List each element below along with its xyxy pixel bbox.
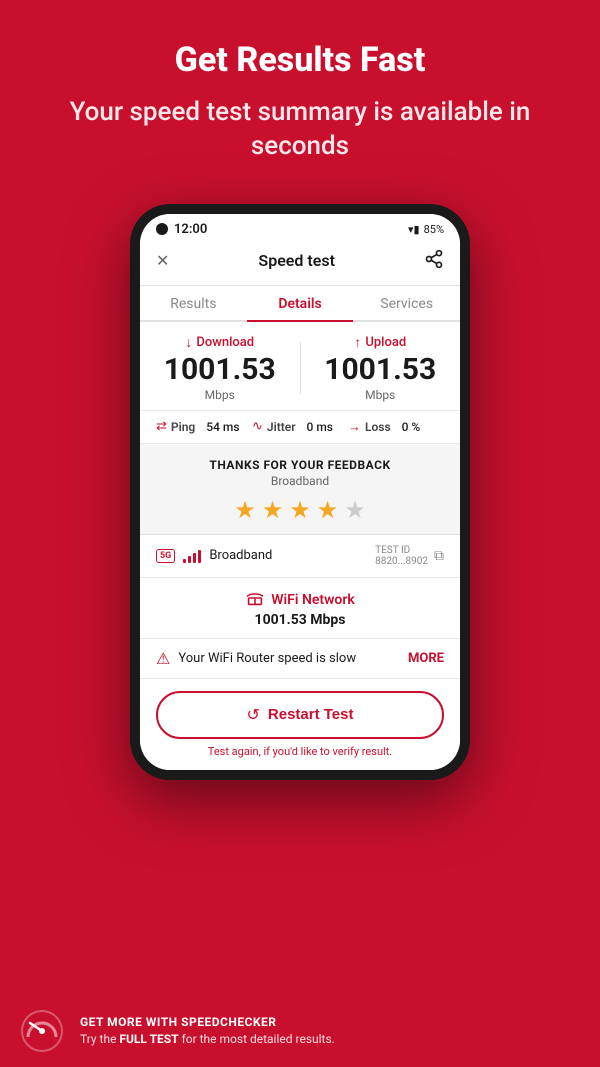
jitter-value-num: 0 ms (307, 420, 333, 434)
loss-label: Loss (365, 420, 391, 434)
download-label: Download (196, 335, 254, 350)
warning-left: ⚠ Your WiFi Router speed is slow (156, 649, 356, 668)
jitter-label: Jitter (267, 420, 296, 434)
close-button[interactable]: ✕ (156, 251, 169, 270)
banner-title: GET MORE WITH SPEEDCHECKER (80, 1015, 580, 1029)
banner-desc: Try the FULL TEST for the most detailed … (80, 1031, 580, 1048)
download-col: ↓ Download 1001.53 Mbps (140, 334, 300, 402)
ping-item: ⇄ Ping 54 ms (156, 419, 252, 434)
share-icon[interactable] (424, 249, 444, 273)
star-3[interactable]: ★ (289, 496, 311, 524)
tab-results[interactable]: Results (140, 286, 247, 320)
signal-bar-2 (188, 556, 191, 563)
battery-icon: 85% (424, 223, 444, 236)
subtitle: Your speed test summary is available in … (30, 96, 570, 164)
jitter-value (300, 420, 303, 434)
network-badge: 5G (156, 549, 175, 563)
main-title: Get Results Fast (30, 40, 570, 80)
restart-button[interactable]: ↺ Restart Test (156, 691, 444, 739)
jitter-icon: ∿ (252, 419, 263, 434)
star-4[interactable]: ★ (317, 496, 339, 524)
copy-icon[interactable]: ⧉ (434, 548, 444, 564)
feedback-title: THANKS FOR YOUR FEEDBACK (156, 458, 444, 472)
wifi-label: WiFi Network (271, 592, 355, 608)
upload-label: Upload (365, 335, 406, 350)
star-1[interactable]: ★ (234, 496, 256, 524)
stars-row: ★ ★ ★ ★ ★ (156, 496, 444, 524)
speed-results: ↓ Download 1001.53 Mbps ↑ Upload 1001.53… (140, 322, 460, 411)
upload-value: 1001.53 (301, 353, 461, 386)
network-name: Broadband (209, 548, 272, 563)
upload-col: ↑ Upload 1001.53 Mbps (301, 334, 461, 402)
banner-text: GET MORE WITH SPEEDCHECKER Try the FULL … (80, 1015, 580, 1048)
download-unit: Mbps (140, 388, 300, 402)
tab-services[interactable]: Services (353, 286, 460, 320)
download-arrow-icon: ↓ (185, 334, 192, 351)
restart-icon: ↺ (247, 705, 260, 725)
loss-item: → Loss 0 % (348, 419, 444, 435)
phone-screen: 12:00 ▾▮ 85% ✕ Speed test (140, 214, 460, 770)
signal-bar-1 (183, 559, 186, 563)
star-2[interactable]: ★ (262, 496, 284, 524)
tab-details[interactable]: Details (247, 286, 354, 320)
restart-text: Restart Test (268, 706, 354, 723)
app-header: ✕ Speed test (140, 241, 460, 286)
signal-bars-icon (183, 549, 201, 563)
status-bar: 12:00 ▾▮ 85% (140, 214, 460, 241)
restart-hint: Test again, if you'd like to verify resu… (156, 745, 444, 764)
upload-arrow-icon: ↑ (354, 334, 361, 351)
banner-desc-prefix: Try the (80, 1032, 119, 1046)
feedback-subtitle: Broadband (156, 474, 444, 488)
bottom-banner: GET MORE WITH SPEEDCHECKER Try the FULL … (0, 995, 600, 1067)
restart-section: ↺ Restart Test Test again, if you'd like… (140, 679, 460, 770)
phone-frame: 12:00 ▾▮ 85% ✕ Speed test (130, 204, 470, 780)
test-id-block: TEST ID 8820...8902 (375, 545, 428, 567)
feedback-section: THANKS FOR YOUR FEEDBACK Broadband ★ ★ ★… (140, 444, 460, 535)
ping-icon: ⇄ (156, 419, 167, 434)
test-id-label: TEST ID (375, 545, 428, 556)
ping-row: ⇄ Ping 54 ms ∿ Jitter 0 ms → Loss 0 % (140, 411, 460, 444)
more-link[interactable]: MORE (408, 651, 444, 666)
tabs: Results Details Services (140, 286, 460, 322)
ping-value (199, 420, 202, 434)
loss-value-num: 0 % (402, 420, 421, 434)
wifi-router-icon (245, 590, 265, 610)
ping-value-num: 54 ms (206, 420, 239, 434)
wifi-signal-icon: ▾▮ (408, 223, 420, 236)
network-row: 5G Broadband TEST ID 8820...8902 ⧉ (140, 535, 460, 578)
wifi-section: WiFi Network 1001.53 Mbps (140, 578, 460, 639)
app-header-title: Speed test (258, 251, 335, 270)
banner-desc-bold: FULL TEST (119, 1032, 178, 1046)
wifi-speed: 1001.53 Mbps (156, 612, 444, 628)
wifi-icon-row: WiFi Network (156, 590, 444, 610)
status-time: 12:00 (174, 222, 207, 237)
warning-row: ⚠ Your WiFi Router speed is slow MORE (140, 639, 460, 679)
warning-icon: ⚠ (156, 649, 170, 668)
banner-desc-suffix: for the most detailed results. (179, 1032, 335, 1046)
network-left: 5G Broadband (156, 548, 272, 563)
speedometer-icon (20, 1009, 64, 1053)
phone-wrapper: 12:00 ▾▮ 85% ✕ Speed test (0, 204, 600, 780)
star-5[interactable]: ★ (344, 496, 366, 524)
warning-text: Your WiFi Router speed is slow (178, 651, 356, 666)
signal-bar-3 (193, 553, 196, 563)
download-value: 1001.53 (140, 353, 300, 386)
status-right: ▾▮ 85% (408, 223, 444, 236)
camera-dot (156, 223, 168, 235)
upload-unit: Mbps (301, 388, 461, 402)
jitter-item: ∿ Jitter 0 ms (252, 419, 348, 434)
test-id-value: 8820...8902 (375, 556, 428, 567)
status-left: 12:00 (156, 222, 207, 237)
network-right: TEST ID 8820...8902 ⧉ (375, 545, 444, 567)
loss-value (395, 420, 398, 434)
loss-icon: → (348, 419, 361, 435)
ping-label: Ping (171, 420, 195, 434)
top-section: Get Results Fast Your speed test summary… (0, 0, 600, 184)
signal-bar-4 (198, 550, 201, 563)
